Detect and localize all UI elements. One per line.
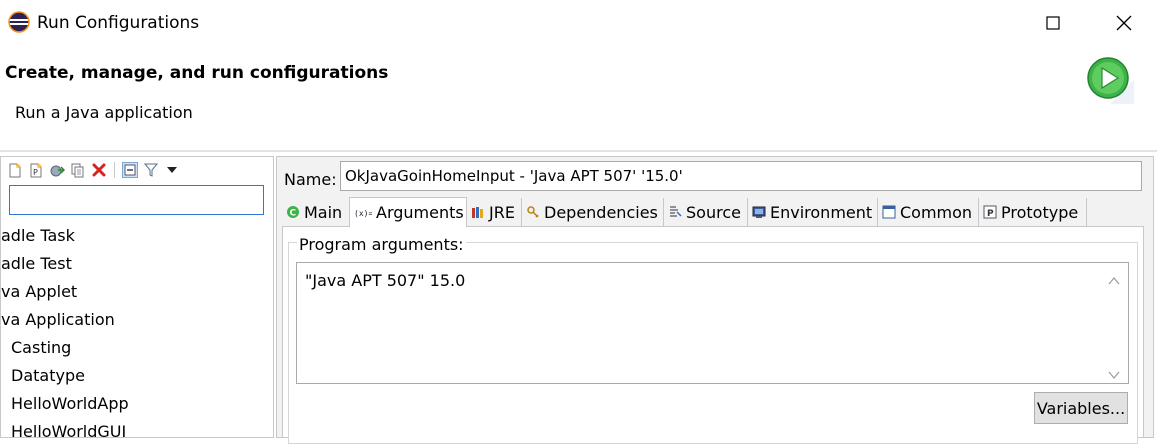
tree-item-casting[interactable]: Casting [11,335,71,361]
main-tab-icon: C [286,205,300,219]
tree-item-helloworldapp[interactable]: HelloWorldApp [11,391,129,417]
program-arguments-label: Program arguments: [297,235,466,254]
tree-item-gradle-test[interactable]: adle Test [1,251,72,277]
svg-text:P: P [33,168,38,177]
tab-main[interactable]: C Main [282,198,350,226]
tab-label: Source [686,202,741,222]
tab-label: Common [900,202,973,222]
window-title: Run Configurations [37,13,200,33]
new-prototype-icon[interactable]: P [28,162,44,178]
tree-item-java-applet[interactable]: va Applet [1,279,77,305]
tab-jre[interactable]: JRE [467,198,522,226]
config-toolbar: P [7,160,180,180]
maximize-icon [1046,16,1060,30]
svg-text:P: P [987,209,994,219]
filter-input[interactable] [9,185,264,215]
variables-button[interactable]: Variables... [1034,392,1128,424]
close-button[interactable] [1100,0,1148,46]
header-separator [0,150,1157,152]
scroll-up-chevron-icon[interactable] [1108,271,1120,285]
export-config-icon[interactable] [49,162,65,178]
tab-prototype[interactable]: P Prototype [979,198,1087,226]
name-input[interactable] [340,161,1142,191]
maximize-button[interactable] [1029,0,1077,46]
program-arguments-value: "Java APT 507" 15.0 [305,271,466,290]
arguments-tab-icon: (x)= [354,206,372,220]
toolbar-divider [114,162,115,178]
dependencies-tab-icon [526,205,540,219]
dialog-title: Create, manage, and run configurations [5,63,389,83]
tree-item-java-application[interactable]: va Application [1,307,115,333]
tab-arguments[interactable]: (x)= Arguments [349,197,467,227]
view-menu-chevron-down-icon[interactable] [164,162,180,178]
tab-common[interactable]: Common [878,198,979,226]
tab-environment[interactable]: Environment [748,198,878,226]
tree-item-helloworldgui[interactable]: HelloWorldGUI [11,419,126,437]
tab-label: Prototype [1001,202,1079,222]
tab-label: Environment [770,202,873,222]
delete-config-icon[interactable] [91,162,107,178]
config-tabs: C Main (x)= Arguments JRE Dependencies S… [282,197,1142,227]
svg-text:(x)=: (x)= [354,209,372,218]
dialog-subtitle: Run a Java application [15,103,193,122]
filter-icon[interactable] [143,162,159,178]
title-bar: Run Configurations [0,0,1157,46]
common-tab-icon [882,205,896,219]
name-label: Name: [284,170,337,189]
dialog-header: Create, manage, and run configurations R… [0,46,1157,150]
prototype-tab-icon: P [983,205,997,219]
eclipse-app-icon [8,11,30,33]
close-icon [1116,15,1132,31]
svg-text:C: C [290,209,297,219]
configuration-list-panel: P adle Task adle Test va Applet va Appli… [0,156,274,438]
jre-tab-icon [471,205,485,219]
collapse-all-icon[interactable] [122,162,138,178]
tab-dependencies[interactable]: Dependencies [522,198,664,226]
tab-label: Dependencies [544,202,658,222]
tree-item-gradle-task[interactable]: adle Task [1,223,75,249]
tab-label: JRE [489,202,515,222]
duplicate-config-icon[interactable] [70,162,86,178]
tab-label: Main [304,202,343,222]
source-tab-icon [668,205,682,219]
run-banner-icon [1086,56,1134,104]
environment-tab-icon [752,205,766,219]
tab-label: Arguments [376,203,464,222]
tree-item-datatype[interactable]: Datatype [11,363,85,389]
scroll-down-chevron-icon[interactable] [1108,365,1120,380]
new-config-icon[interactable] [7,162,23,178]
tab-source[interactable]: Source [664,198,748,226]
program-arguments-textarea[interactable]: "Java APT 507" 15.0 [296,262,1129,384]
